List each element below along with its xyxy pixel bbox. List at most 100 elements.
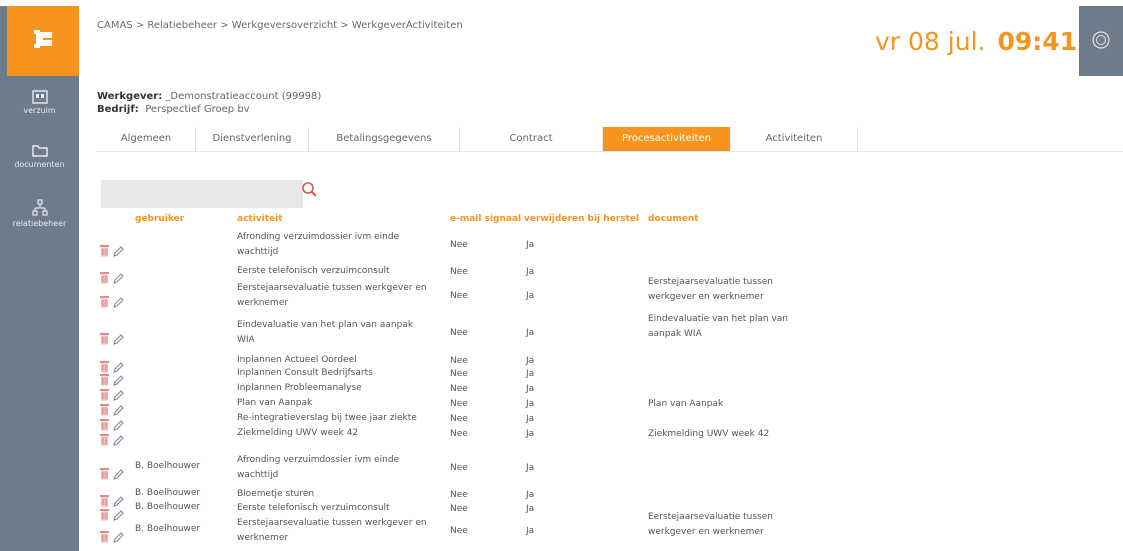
cell-activiteit: Ziekmelding UWV week 42 [237,426,447,441]
cell-document: Eerstejaarsevaluatie tussen werkgever en … [648,275,818,305]
table-row: B. Boelhouwer Bloemetje sturen Nee Ja [0,487,1000,507]
pencil-icon[interactable] [112,294,124,308]
pencil-icon[interactable] [112,270,124,284]
cell-activiteit-line: wachttijd [237,470,279,480]
user-corner[interactable] [1079,6,1123,76]
logo[interactable] [7,0,79,76]
cell-activiteit-line: Eerstejaarsevaluatie tussen werkgever en [237,283,427,293]
cell-gebruiker: B. Boelhouwer [135,502,201,512]
row-actions [99,427,124,446]
pencil-icon[interactable] [112,432,124,446]
cell-document: Eerstejaarsevaluatie tussen werkgever en … [648,510,818,540]
col-header-email[interactable]: e-mail signaal [450,214,521,224]
cell-email: Nee [450,463,468,473]
pencil-icon[interactable] [112,466,124,480]
pencil-icon[interactable] [112,331,124,345]
cell-gebruiker: B. Boelhouwer [135,461,201,471]
cell-document: Ziekmelding UWV week 42 [648,427,818,442]
table-row: Re-integratieverslag bij twee jaar ziekt… [0,411,1000,431]
cell-email: Nee [450,414,468,424]
bedrijf-label: Bedrijf: [97,104,139,115]
table-row: Eerstejaarsevaluatie tussen werkgever en… [0,277,1000,311]
cell-activiteit: Inplannen Probleemanalyse [237,381,447,396]
cell-document: Eindevaluatie van het plan van aanpak WIA [648,312,818,342]
pencil-icon[interactable] [112,529,124,543]
col-header-verwijderen[interactable]: verwijderen bij herstel [524,214,639,224]
cell-verwijderen: Ja [526,504,535,514]
trash-icon[interactable] [99,330,110,345]
cell-verwijderen: Ja [526,328,535,338]
cell-activiteit-line: Re-integratieverslag bij twee jaar ziekt… [237,413,417,423]
tab-procesactiviteiten[interactable]: Procesactiviteiten [603,127,731,151]
col-header-document[interactable]: document [648,214,699,224]
cell-verwijderen: Ja [526,429,535,439]
time-label: 09:41 [997,27,1078,56]
tab-dienstverlening[interactable]: Dienstverlening [196,127,309,151]
cell-verwijderen: Ja [526,414,535,424]
trash-icon[interactable] [99,431,110,446]
trash-icon[interactable] [99,293,110,308]
search-icon[interactable] [300,180,320,200]
cell-activiteit-line: Afronding verzuimdossier ivm einde [237,455,400,465]
cell-document: Plan van Aanpak [648,397,818,412]
tab-betalingsgegevens[interactable]: Betalingsgegevens [309,127,460,151]
table-row: Eindevaluatie van het plan van aanpak WIA… [0,314,1000,348]
tab-contract[interactable]: Contract [460,127,603,151]
cell-verwijderen: Ja [526,463,535,473]
cell-gebruiker: B. Boelhouwer [135,524,201,534]
col-header-gebruiker[interactable]: gebruiker [135,214,184,224]
pencil-icon[interactable] [112,243,124,257]
table-row: Eerste telefonisch verzuimconsult Nee Ja [0,264,1000,284]
werkgever-value: _Demonstratieaccount (99998) [165,91,322,102]
cell-email: Nee [450,429,468,439]
cell-activiteit: Afronding verzuimdossier ivm einde wachtt… [237,230,447,260]
cell-activiteit: Plan van Aanpak [237,396,447,411]
sidebar-item-documenten[interactable]: documenten [0,143,79,169]
tab-bar: Algemeen Dienstverlening Betalingsgegeve… [97,127,1123,152]
cell-email: Nee [450,240,468,250]
cell-activiteit-line: Ziekmelding UWV week 42 [237,428,359,438]
cell-document-line: Eerstejaarsevaluatie tussen [648,277,773,287]
bedrijf-value: Perspectief Groep bv [145,104,250,115]
trash-icon[interactable] [99,465,110,480]
table-row: B. Boelhouwer Eerstejaarsevaluatie tussen… [0,512,1000,546]
row-actions [99,461,124,480]
cell-activiteit-line: Inplannen Consult Bedrijfsarts [237,368,373,378]
cell-verwijderen: Ja [526,369,535,379]
cell-activiteit-line: Inplannen Probleemanalyse [237,383,362,393]
trash-icon[interactable] [99,242,110,257]
cell-verwijderen: Ja [526,526,535,536]
cell-document-line: Ziekmelding UWV week 42 [648,429,770,439]
col-header-activiteit[interactable]: activiteit [237,214,283,224]
cell-email: Nee [450,384,468,394]
cell-activiteit: Inplannen Consult Bedrijfsarts [237,366,447,381]
tab-activiteiten[interactable]: Activiteiten [731,127,858,151]
table-row: Inplannen Consult Bedrijfsarts Nee Ja [0,366,1000,386]
cell-activiteit: Eerstejaarsevaluatie tussen werkgever en… [237,281,447,311]
sidebar-item-verzuim[interactable]: verzuim [0,90,79,115]
cell-email: Nee [450,504,468,514]
sidebar-item-relatiebeheer[interactable]: relatiebeheer [0,199,79,228]
trash-icon[interactable] [99,528,110,543]
cell-activiteit: Bloemetje sturen [237,487,447,502]
breadcrumb: CAMAS > Relatiebeheer > Werkgeversoverzi… [97,20,463,31]
cell-verwijderen: Ja [526,399,535,409]
sidebar-item-label: documenten [14,160,65,169]
row-actions [99,524,124,543]
search-input[interactable] [101,180,303,208]
cell-activiteit: Re-integratieverslag bij twee jaar ziekt… [237,411,447,426]
employer-info: Werkgever: _Demonstratieaccount (99998) … [97,90,321,116]
cell-email: Nee [450,267,468,277]
sidebar-item-label: relatiebeheer [12,219,67,228]
cell-verwijderen: Ja [526,240,535,250]
cell-activiteit-line: Eerstejaarsevaluatie tussen werkgever en [237,518,427,528]
cell-activiteit: Eerste telefonisch verzuimconsult [237,501,447,516]
cell-activiteit-line: Bloemetje sturen [237,489,315,499]
table-row: Afronding verzuimdossier ivm einde wachtt… [0,230,1000,260]
cell-activiteit: Eerste telefonisch verzuimconsult [237,264,447,279]
cell-gebruiker: B. Boelhouwer [135,488,201,498]
tab-algemeen[interactable]: Algemeen [97,127,196,151]
id-card-icon [31,90,48,104]
cell-email: Nee [450,328,468,338]
top-strip [0,0,1123,6]
